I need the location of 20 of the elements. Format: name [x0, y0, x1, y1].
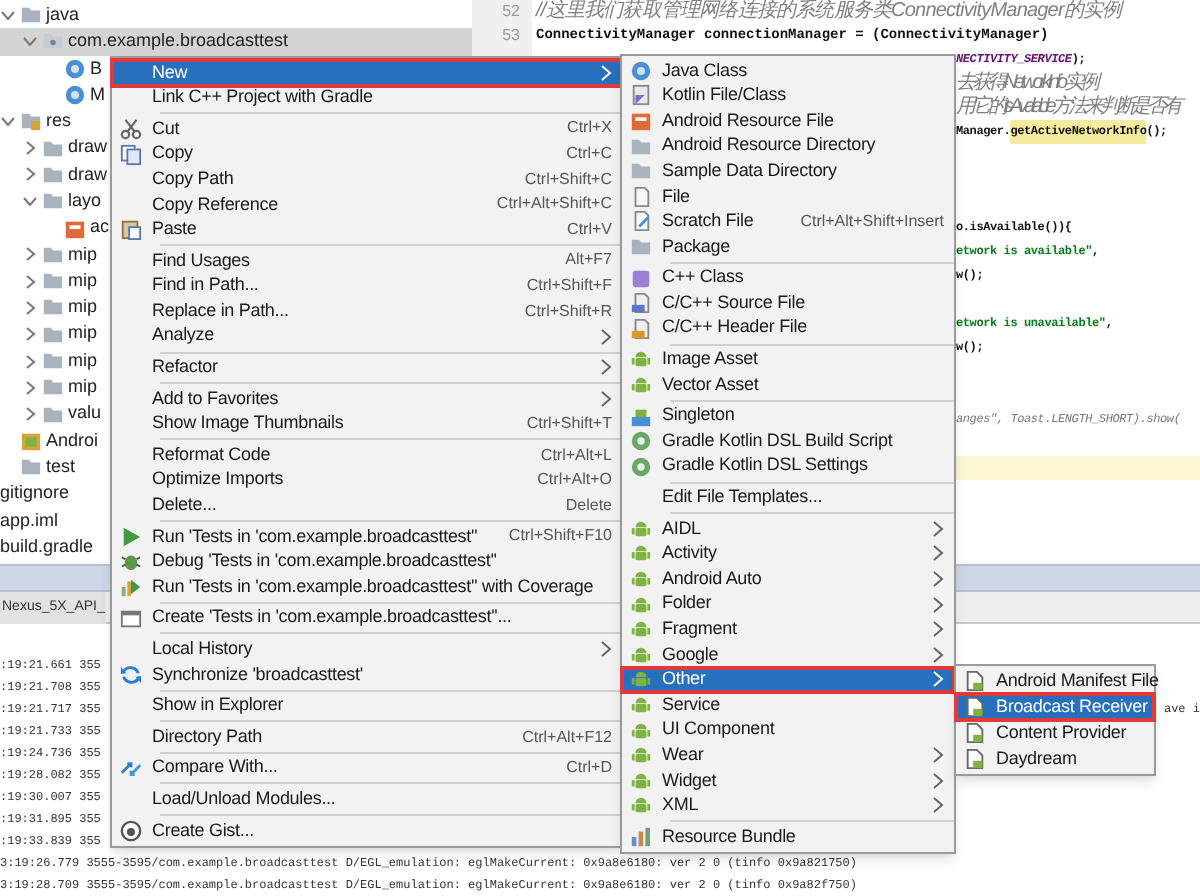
shortcut-text: Ctrl+C [564, 142, 612, 167]
shortcut-text: Ctrl+V [565, 217, 612, 242]
shortcut-text: Ctrl+Alt+Shift+C [494, 192, 612, 217]
shortcut-text: Ctrl+Shift+C [522, 167, 612, 192]
shortcut-text: Delete [563, 493, 612, 518]
line-number: 52 [502, 0, 520, 24]
shortcut-text: Ctrl+Shift+F [524, 274, 612, 299]
code-line: 用它的isAvailable方法来判断是否有 [956, 96, 1179, 120]
shortcut-text: Ctrl+X [565, 116, 612, 141]
shortcut-text: Ctrl+Alt+F12 [520, 725, 612, 750]
shortcut-text: Ctrl+D [564, 756, 612, 781]
shortcut-text: Ctrl+Alt+O [535, 468, 612, 493]
code-line: 去获得NetworkInfo实例 [956, 72, 1096, 95]
shortcut-text: Ctrl+Alt+L [538, 443, 612, 468]
shortcut-text: Ctrl+Alt+Shift+Insert [798, 209, 944, 234]
shortcut-text: Ctrl+Shift+R [522, 299, 612, 324]
shortcut-text: Ctrl+Shift+T [524, 412, 612, 437]
shortcut-text: Alt+F7 [563, 248, 612, 273]
shortcut-text: Ctrl+Shift+F10 [506, 524, 612, 549]
line-number: 53 [502, 24, 520, 48]
